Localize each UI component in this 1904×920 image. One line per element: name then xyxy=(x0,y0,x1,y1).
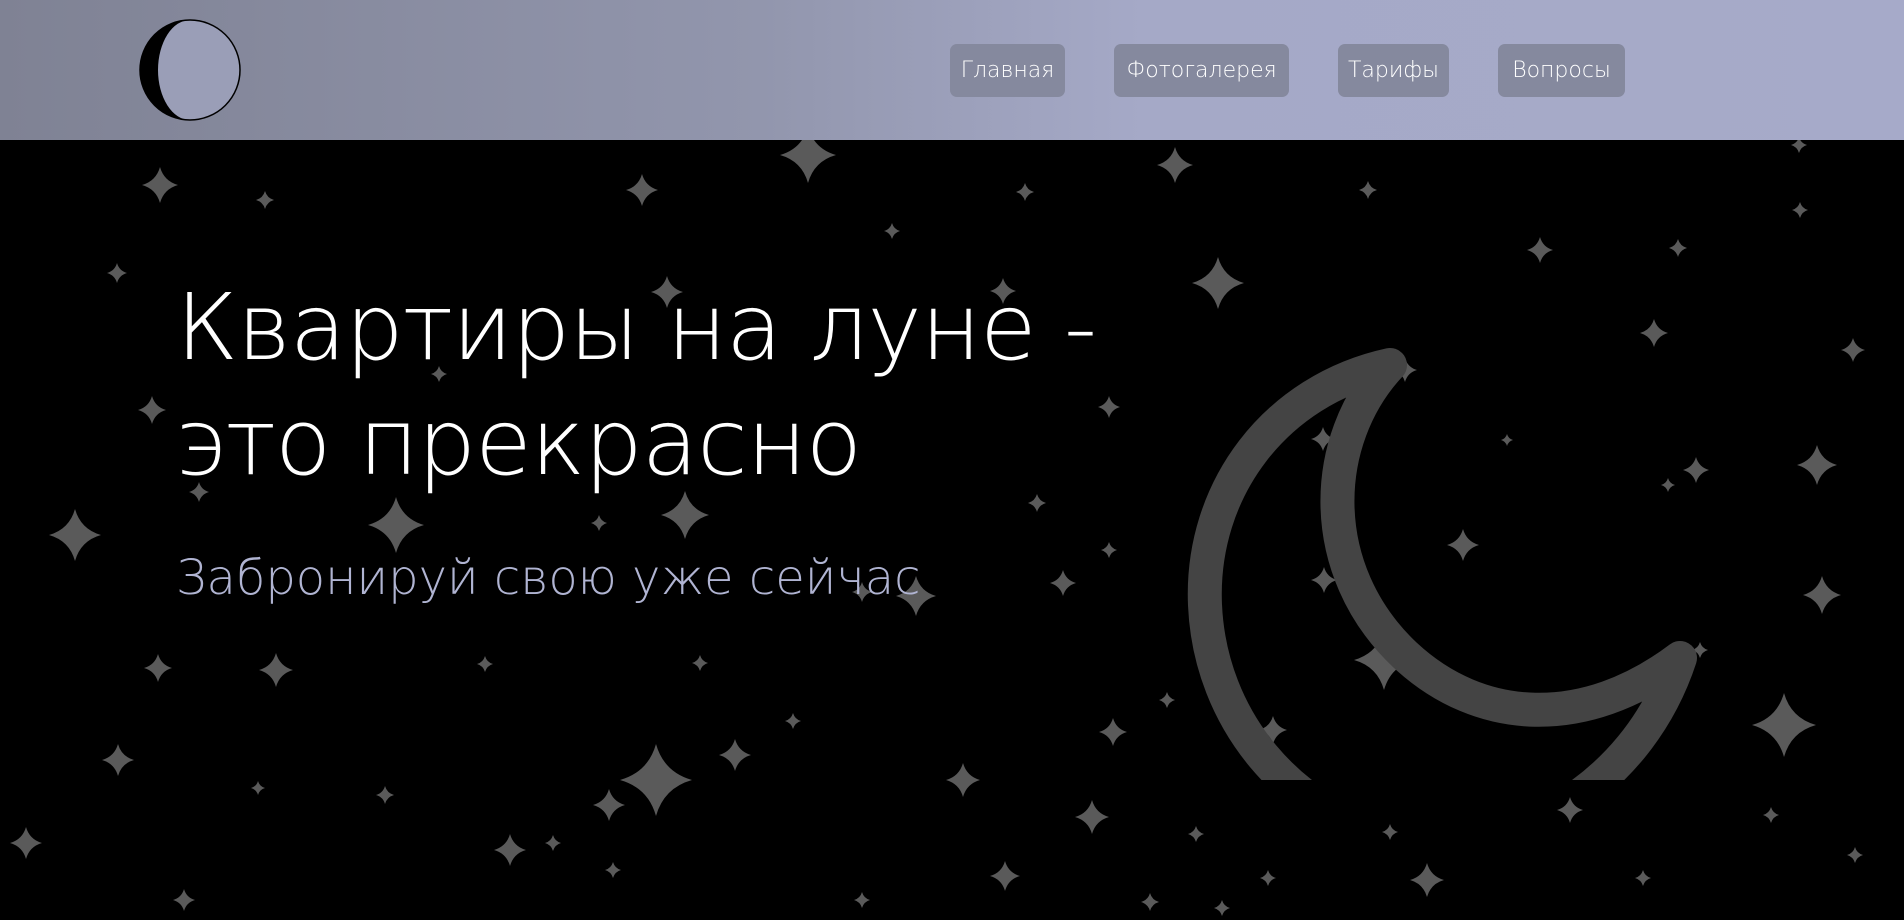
star-icon xyxy=(1099,718,1127,746)
star-icon xyxy=(946,763,980,797)
star-icon xyxy=(884,223,900,239)
star-icon xyxy=(1557,797,1583,823)
hero-section: Квартиры на луне - это прекрасно Заброни… xyxy=(0,140,1904,920)
star-icon xyxy=(1016,183,1034,201)
star-icon xyxy=(1382,824,1398,840)
star-icon xyxy=(545,835,561,851)
hero-subtitle: Забронируй свою уже сейчас xyxy=(176,550,921,606)
star-icon xyxy=(1841,338,1865,362)
star-icon xyxy=(10,827,42,859)
main-nav: Главная Фотогалерея Тарифы Вопросы xyxy=(0,44,1904,97)
site-header: Главная Фотогалерея Тарифы Вопросы xyxy=(0,0,1904,140)
star-icon xyxy=(107,263,127,283)
nav-home-button[interactable]: Главная xyxy=(950,44,1065,97)
star-icon xyxy=(477,656,493,672)
star-icon xyxy=(1188,826,1204,842)
star-icon xyxy=(49,509,101,561)
star-icon xyxy=(138,396,166,424)
star-icon xyxy=(626,174,658,206)
star-icon xyxy=(251,781,265,795)
star-icon xyxy=(368,497,424,553)
star-icon xyxy=(1410,863,1444,897)
star-icon xyxy=(1050,570,1076,596)
star-icon xyxy=(1075,800,1109,834)
star-icon xyxy=(1803,576,1841,614)
star-icon xyxy=(1260,870,1276,886)
star-icon xyxy=(785,713,801,729)
star-icon xyxy=(1101,542,1117,558)
star-icon xyxy=(1214,900,1230,916)
star-icon xyxy=(173,889,195,911)
hero-title: Квартиры на луне - это прекрасно xyxy=(176,270,1136,500)
hero-title-line-1: Квартиры на луне - xyxy=(176,274,1097,381)
star-icon xyxy=(591,515,607,531)
star-icon xyxy=(1752,693,1816,757)
star-icon xyxy=(1359,181,1377,199)
star-icon xyxy=(692,655,708,671)
star-icon xyxy=(1157,147,1193,183)
star-icon xyxy=(142,167,178,203)
star-icon xyxy=(719,739,751,771)
star-icon xyxy=(1792,202,1808,218)
crescent-moon-icon xyxy=(1187,348,1697,780)
star-icon xyxy=(376,786,394,804)
star-icon xyxy=(256,191,274,209)
star-icon xyxy=(1141,893,1159,911)
star-icon xyxy=(494,834,526,866)
star-icon xyxy=(620,744,692,816)
star-icon xyxy=(1763,807,1779,823)
star-icon xyxy=(1797,445,1837,485)
star-icon xyxy=(144,654,172,682)
star-icon xyxy=(1159,692,1175,708)
star-icon xyxy=(780,140,836,183)
star-icon xyxy=(1791,140,1807,153)
star-icon xyxy=(259,653,293,687)
nav-gallery-button[interactable]: Фотогалерея xyxy=(1114,44,1289,97)
page: Главная Фотогалерея Тарифы Вопросы Кварт… xyxy=(0,0,1904,920)
star-icon xyxy=(854,892,870,908)
hero-title-line-2: это прекрасно xyxy=(176,389,862,496)
nav-faq-button[interactable]: Вопросы xyxy=(1498,44,1625,97)
star-icon xyxy=(593,789,625,821)
star-icon xyxy=(1635,870,1651,886)
star-icon xyxy=(1847,847,1863,863)
star-icon xyxy=(990,861,1020,891)
star-icon xyxy=(102,744,134,776)
nav-pricing-button[interactable]: Тарифы xyxy=(1338,44,1449,97)
star-icon xyxy=(605,862,621,878)
